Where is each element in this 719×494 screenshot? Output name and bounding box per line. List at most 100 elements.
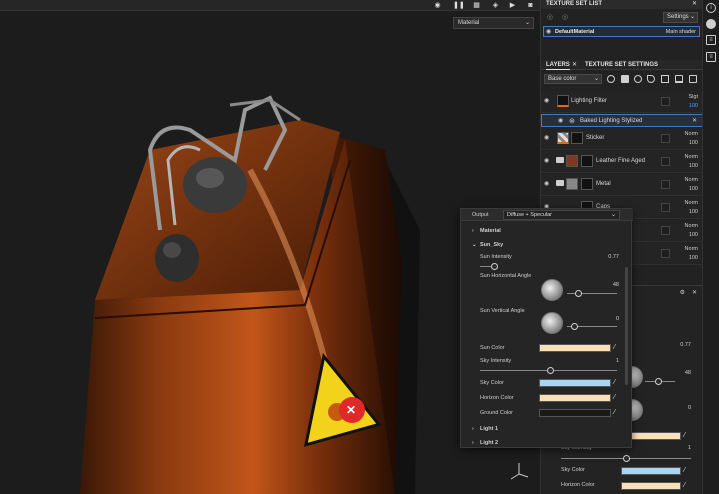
sun-horizontal-angle-knob[interactable] [541,279,563,301]
sun-vertical-angle-knob[interactable] [541,312,563,334]
close-icon[interactable]: ✕ [692,0,697,9]
slider-handle[interactable] [655,378,662,385]
layer-mask-slot[interactable] [661,180,670,189]
layer-name: Leather Fine Aged [596,158,646,164]
layer-row[interactable]: ◉ Metal Norm 100 [541,174,703,196]
shader-name[interactable]: Main shader [666,29,696,35]
eye-icon[interactable]: ◉ [546,28,551,35]
tab-layers[interactable]: LAYERS [546,60,570,70]
delete-icon[interactable] [689,75,697,83]
layer-mask-slot[interactable] [661,249,670,258]
layer-row[interactable]: ◉ Lighting Filter Slgt 100 [541,91,703,113]
layer-opacity[interactable]: 100 [674,185,698,193]
add-effect-icon[interactable] [607,75,615,83]
blend-mode[interactable]: Norm [674,245,698,253]
filter-effect-icon: ⊛ [569,118,575,125]
visibility-icon[interactable]: ◎ [562,13,568,21]
3d-viewport[interactable]: ◉ ❚❚ ▦ ◈ ▶ ◙ Material ⌄ ✕ [0,0,540,494]
section-title: Light 2 [480,440,499,446]
color-swatch[interactable] [621,482,681,490]
layer-mask-slot[interactable] [661,134,670,143]
layer-mask-slot[interactable] [661,203,670,212]
sun-horizontal-angle-value[interactable]: 48 [613,282,619,288]
layer-opacity[interactable]: 100 [674,102,698,110]
blend-mode[interactable]: Norm [674,199,698,207]
section-light-1[interactable]: › Light 1 [461,425,633,435]
layer-opacity[interactable]: 100 [674,231,698,239]
chevron-down-icon: ⌄ [610,212,616,218]
display-settings-icon[interactable] [706,19,716,29]
shelf-icon[interactable]: ≡ [706,52,716,62]
layer-row[interactable]: ◉ Leather Fine Aged Norm 100 [541,151,703,173]
add-folder-icon[interactable] [675,75,683,83]
sun-color-label: Sun Color [480,345,505,351]
sun-vertical-angle-value[interactable]: 0 [616,316,619,322]
layer-opacity[interactable]: 100 [674,162,698,170]
tab-texture-set-settings[interactable]: TEXTURE SET SETTINGS [585,60,658,70]
property-value: 1 [687,445,691,451]
texture-set-settings-button[interactable]: Settings ⌄ [663,12,698,23]
section-material[interactable]: › Material [461,227,633,237]
texture-set-row[interactable]: ◉ DefaultMaterial Main shader [543,26,700,37]
eyedropper-icon[interactable]: ⁄ [614,409,621,416]
slider-handle[interactable] [623,455,630,462]
close-icon[interactable]: ✕ [572,60,577,70]
blend-mode[interactable]: Norm [674,176,698,184]
layer-mask-slot[interactable] [661,226,670,235]
layer-mask-thumbnail [581,155,593,167]
info-icon[interactable]: i [706,3,716,13]
close-icon[interactable]: ✕ [692,117,697,124]
section-sun-sky[interactable]: ⌄ Sun_Sky [461,241,633,251]
section-title: Sun_Sky [480,242,504,248]
layer-opacity[interactable]: 100 [674,139,698,147]
eye-icon[interactable]: ◉ [544,135,552,141]
eyedropper-icon[interactable]: ⁄ [684,432,691,439]
eyedropper-icon[interactable]: ⁄ [614,379,621,386]
eye-icon[interactable]: ◉ [558,118,566,124]
blend-mode[interactable]: Norm [674,222,698,230]
blend-mode[interactable]: Slgt [674,93,698,101]
layer-opacity[interactable]: 100 [674,254,698,262]
layer-mask-slot[interactable] [661,97,670,106]
eye-icon[interactable]: ◉ [544,181,552,187]
eyedropper-icon[interactable]: ⁄ [684,482,691,489]
jerrycan-model [80,95,420,494]
effect-row[interactable]: ◉ ⊛ Baked Lighting Stylized ✕ [541,114,703,127]
sky-intensity-slider-handle[interactable] [547,367,554,374]
gear-icon[interactable]: ⚙ [680,289,685,296]
output-select[interactable]: Diffuse + Specular ⌄ [503,210,620,220]
sky-color-swatch[interactable] [539,379,611,387]
section-light-2[interactable]: › Light 2 [461,439,633,449]
property-value: 0 [687,405,691,411]
blend-mode[interactable]: Norm [674,153,698,161]
sun-intensity-slider-handle[interactable] [491,263,498,270]
eyedropper-icon[interactable]: ⁄ [684,467,691,474]
sky-intensity-label: Sky Intensity [480,358,512,364]
sky-intensity-value[interactable]: 1 [616,358,619,364]
close-icon[interactable]: ✕ [692,289,697,296]
add-fill-layer-icon[interactable] [647,75,655,83]
sun-intensity-value[interactable]: 0.77 [608,254,619,260]
layers-panel-icon[interactable]: ≡ [706,35,716,45]
eyedropper-icon[interactable]: ⁄ [614,344,621,351]
horizon-color-swatch[interactable] [539,394,611,402]
layer-mask-slot[interactable] [661,157,670,166]
popup-scrollbar[interactable] [625,267,628,385]
horizontal-angle-slider-handle[interactable] [575,290,582,297]
eye-icon[interactable]: ◉ [544,98,552,104]
ground-color-swatch[interactable] [539,409,611,417]
horizon-color-label: Horizon Color [561,482,595,488]
layer-row[interactable]: ◉ Sticker Norm 100 [541,128,703,150]
layer-opacity[interactable]: 100 [674,208,698,216]
add-filter-icon[interactable] [634,75,642,83]
eye-icon[interactable]: ◉ [544,158,552,164]
sun-color-swatch[interactable] [539,344,611,352]
eye-icon[interactable]: ◎ [547,13,553,21]
add-mask-icon[interactable] [621,75,629,83]
channel-select[interactable]: Base color ⌄ [544,74,602,84]
blend-mode[interactable]: Norm [674,130,698,138]
vertical-angle-slider-handle[interactable] [571,323,578,330]
eyedropper-icon[interactable]: ⁄ [614,394,621,401]
color-swatch[interactable] [621,467,681,475]
add-layer-icon[interactable] [661,75,669,83]
